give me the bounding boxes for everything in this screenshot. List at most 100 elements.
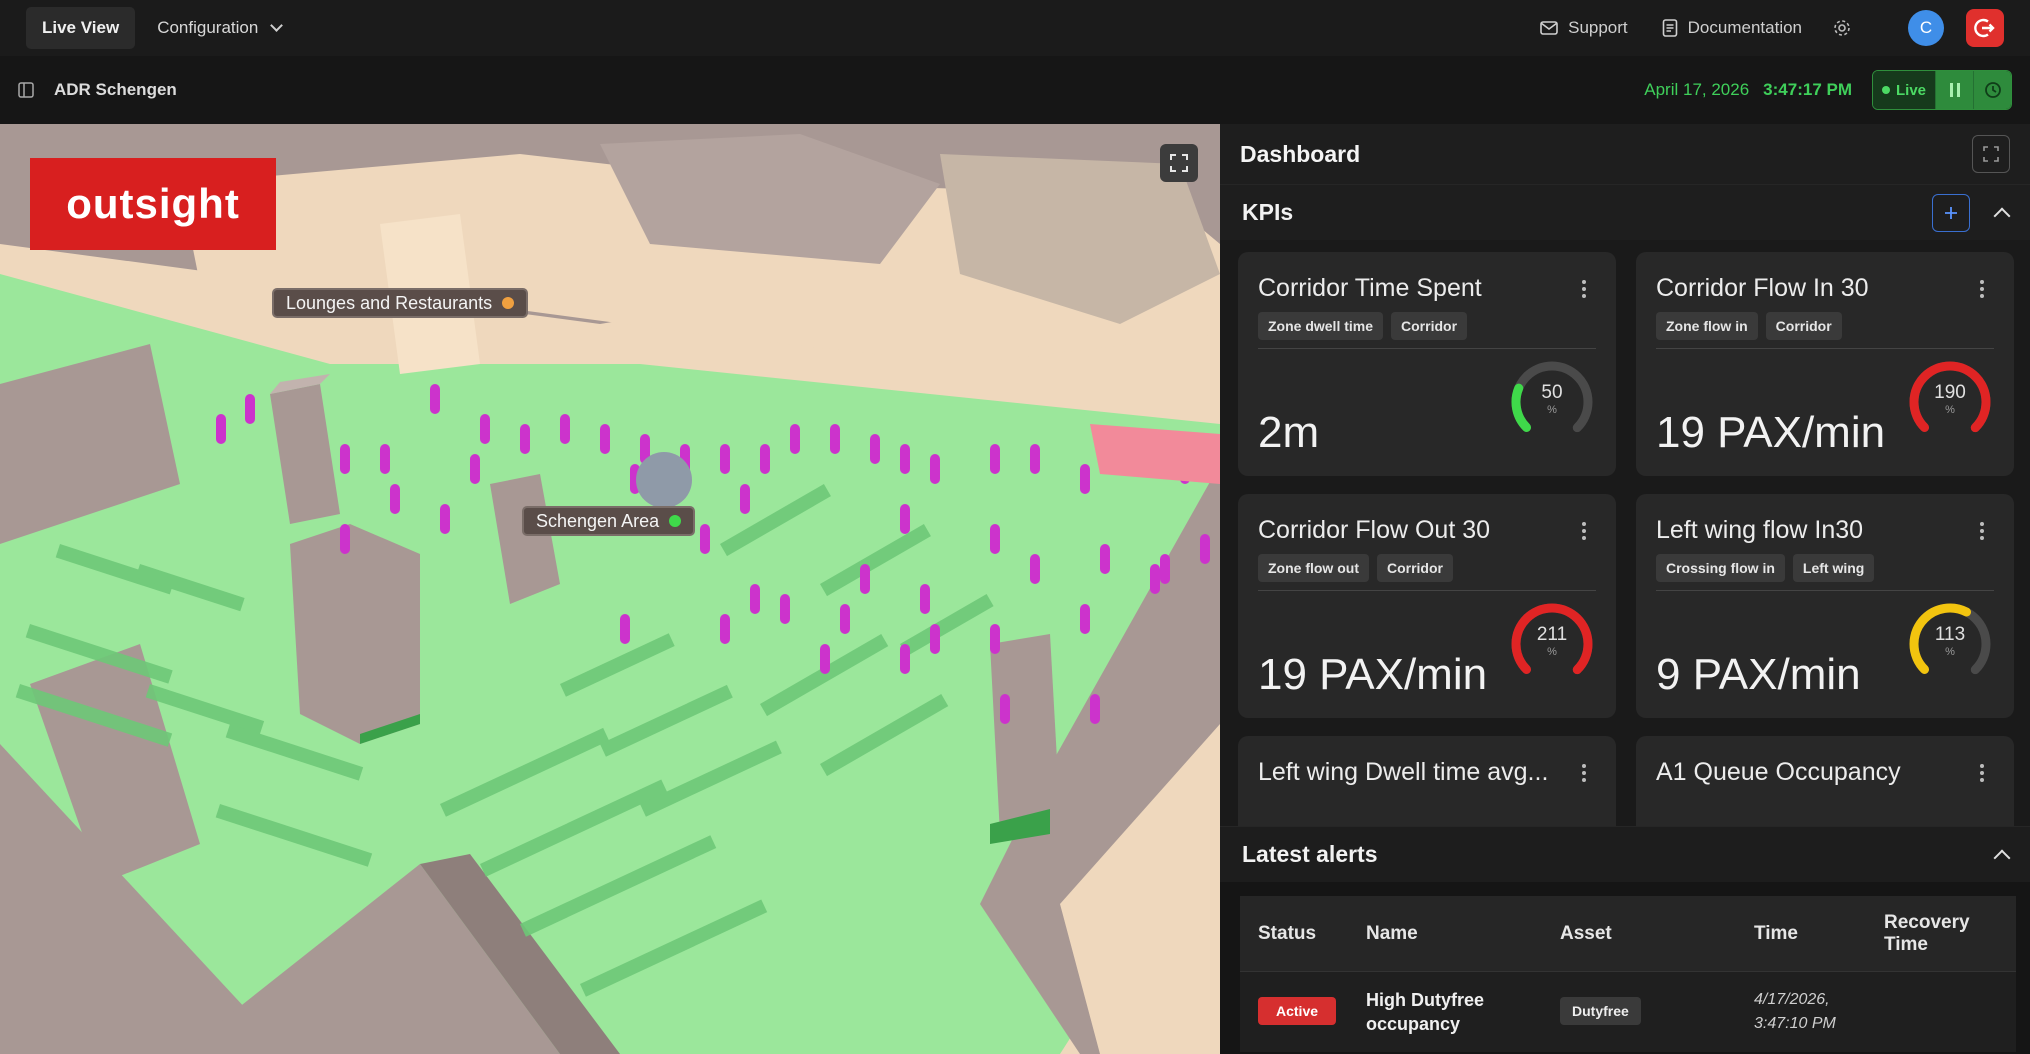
current-date: April 17, 2026 — [1644, 80, 1750, 99]
power-icon — [1974, 18, 1995, 38]
kpi-divider — [1656, 590, 1994, 591]
history-button[interactable] — [1973, 71, 2011, 109]
avatar[interactable]: C — [1908, 10, 1944, 46]
airport-3d-scene[interactable] — [0, 124, 1220, 1054]
fullscreen-icon — [1170, 154, 1188, 172]
kpi-card[interactable]: Corridor Flow Out 30 Zone flow out Corrid… — [1238, 494, 1616, 718]
tab-live-view[interactable]: Live View — [26, 7, 136, 49]
gauge-unit: % — [1945, 404, 1955, 416]
chevron-up-icon[interactable] — [1993, 849, 2011, 866]
zone-label-schengen[interactable]: Schengen Area — [522, 506, 696, 536]
pause-button[interactable] — [1935, 71, 1973, 109]
kpi-title: Corridor Time Spent — [1258, 274, 1482, 302]
kpis-title: KPIs — [1242, 199, 1294, 225]
history-icon — [1984, 82, 2001, 98]
kpi-card[interactable]: Corridor Flow In 30 Zone flow in Corridor… — [1636, 252, 2014, 476]
kpi-value: 9 PAX/min — [1656, 650, 1861, 699]
alerts-title: Latest alerts — [1242, 841, 1378, 867]
dashboard-fullscreen-button[interactable] — [1972, 135, 2010, 173]
site-name: ADR Schengen — [54, 80, 177, 99]
mail-icon — [1540, 21, 1558, 35]
tab-configuration-label: Configuration — [157, 18, 259, 37]
alert-name: High Dutyfree occupancy — [1366, 990, 1485, 1034]
alert-time: 4/17/2026, 3:47:10 PM — [1754, 991, 1836, 1032]
dashboard-panel: Dashboard KPIs Corridor Time Spent Zone … — [1220, 124, 2030, 1054]
tab-configuration[interactable]: Configuration — [141, 7, 297, 49]
zone-label-text: Lounges and Restaurants — [286, 292, 493, 313]
kpi-value: 19 PAX/min — [1656, 408, 1886, 457]
status-cell: Active — [1240, 997, 1366, 1025]
alerts-header: Latest alerts — [1220, 826, 2030, 882]
gauge-unit: % — [1547, 646, 1557, 658]
outsight-logo: outsight — [30, 158, 276, 250]
kpi-title: Left wing flow In30 — [1656, 516, 1864, 544]
kpi-tag: Zone flow in — [1656, 312, 1758, 340]
kpi-divider — [1656, 348, 1994, 349]
gauge-value: 50 — [1541, 382, 1563, 403]
column-header[interactable]: Status — [1240, 923, 1366, 945]
kebab-menu-icon[interactable] — [1980, 522, 1984, 543]
alerts-table-header: Status Name Asset Time Recovery Time — [1240, 896, 2016, 972]
add-kpi-button[interactable] — [1932, 193, 1970, 232]
kpi-title: Corridor Flow Out 30 — [1258, 516, 1491, 544]
support-link[interactable]: Support — [1540, 18, 1628, 38]
kpi-title: Corridor Flow In 30 — [1656, 274, 1869, 302]
column-header[interactable]: Asset — [1560, 923, 1754, 945]
gear-icon[interactable] — [1832, 18, 1852, 38]
playback-controls: Live — [1872, 70, 2012, 110]
site-bar: ADR Schengen April 17, 2026 3:47:17 PM L… — [0, 56, 2030, 124]
plus-icon — [1945, 206, 1957, 219]
status-badge: Active — [1258, 997, 1337, 1025]
kpi-divider — [1258, 590, 1596, 591]
gauge-value: 190 — [1934, 382, 1966, 403]
gauge-value: 211 — [1536, 624, 1568, 645]
3d-map-view[interactable]: outsight Lounges and Restaurants Schenge… — [0, 124, 1220, 1054]
kebab-menu-icon[interactable] — [1980, 764, 1984, 785]
asset-badge: Dutyfree — [1560, 997, 1641, 1025]
pause-icon — [1949, 83, 1960, 97]
kpi-value: 2m — [1258, 408, 1320, 457]
kebab-menu-icon[interactable] — [1582, 280, 1586, 301]
live-label: Live — [1895, 81, 1926, 99]
chevron-down-icon — [270, 18, 284, 32]
kpi-title: A1 Queue Occupancy — [1656, 758, 1901, 786]
support-label: Support — [1568, 18, 1628, 37]
chevron-up-icon[interactable] — [1993, 207, 2011, 224]
logout-button[interactable] — [1966, 9, 2004, 47]
zone-label-lounges[interactable]: Lounges and Restaurants — [272, 288, 529, 318]
table-row[interactable]: Active High Dutyfree occupancy Dutyfree … — [1240, 972, 2016, 1052]
kpi-card[interactable]: Corridor Time Spent Zone dwell time Corri… — [1238, 252, 1616, 476]
zone-label-text: Schengen Area — [536, 510, 660, 531]
kebab-menu-icon[interactable] — [1582, 522, 1586, 543]
column-header[interactable]: Time — [1754, 923, 1884, 945]
kpi-tag: Corridor — [1376, 554, 1453, 582]
sidebar-toggle-icon[interactable] — [18, 82, 34, 98]
column-header[interactable]: Recovery Time — [1884, 912, 1994, 956]
kebab-menu-icon[interactable] — [1980, 280, 1984, 301]
kpi-card[interactable]: Left wing flow In30 Crossing flow in Left… — [1636, 494, 2014, 718]
live-dot-icon — [1881, 86, 1890, 94]
gauge-unit: % — [1547, 404, 1557, 416]
zone-status-dot-icon — [669, 515, 682, 527]
dashboard-title: Dashboard — [1240, 140, 1361, 167]
documentation-link[interactable]: Documentation — [1662, 18, 1802, 38]
top-navigation-bar: Live View Configuration Support Document… — [0, 0, 2030, 56]
map-fullscreen-button[interactable] — [1160, 144, 1198, 182]
kpi-tag: Zone flow out — [1258, 554, 1369, 582]
kebab-menu-icon[interactable] — [1582, 764, 1586, 785]
kpi-tag: Zone dwell time — [1258, 312, 1384, 340]
column-header[interactable]: Name — [1366, 923, 1560, 945]
kpi-tag: Left wing — [1792, 554, 1875, 582]
kpi-tags: Zone dwell time Corridor — [1258, 312, 1475, 340]
alerts-table: Status Name Asset Time Recovery Time Act… — [1240, 896, 2016, 1052]
kpi-tag: Crossing flow in — [1656, 554, 1785, 582]
kpi-title: Left wing Dwell time avg... — [1258, 758, 1549, 786]
gauge-value: 113 — [1934, 624, 1966, 645]
current-time: 3:47:17 PM — [1763, 80, 1852, 99]
kpi-tags: Crossing flow in Left wing — [1656, 554, 1882, 582]
kpi-gauge: 190 % — [1904, 356, 1996, 448]
fullscreen-icon — [1983, 146, 1999, 162]
latest-alerts-panel: Latest alerts Status Name Asset Time Rec… — [1220, 826, 2030, 1054]
asset-cell: Dutyfree — [1560, 997, 1754, 1025]
live-button[interactable]: Live — [1873, 71, 1935, 109]
